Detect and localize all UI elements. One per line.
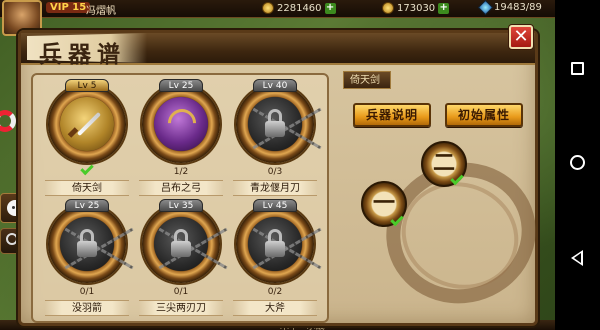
level-tag: Lv 40 [253,79,297,92]
coin-icon [262,2,274,14]
weapon-grid: Lv 5 倚天剑 Lv 25 1/2 吕布之弓 Lv 40 0/3 青龙偃月刀 … [31,73,329,323]
resource-stamina: 19483/89 [477,0,542,16]
owned-check-icon [80,161,94,176]
close-button[interactable]: ✕ [509,25,533,49]
weapon-name: 三尖两刃刀 [139,300,223,316]
resource-stamina-value: 19483/89 [494,2,542,13]
home-icon[interactable] [570,155,585,170]
gold-icon [382,2,394,14]
top-hud: VIP 15 冯熠帆 2281460 + 173030 + 19483/89 [0,0,555,36]
weapon-card-meiyu-arrow[interactable]: Lv 25 0/1 没羽箭 [45,199,134,319]
game-viewport: VIP 15 冯熠帆 2281460 + 173030 + 19483/89 木… [0,0,555,330]
level-tag: Lv 5 [65,79,109,92]
level-tag: Lv 45 [253,199,297,212]
resource-copper: 2281460 + [262,2,336,14]
fragment-count: 0/2 [267,287,283,297]
player-name: 冯熠帆 [86,6,116,17]
weapon-card-great-axe[interactable]: Lv 45 0/2 大斧 [233,199,322,319]
weapon-card-yitian-sword[interactable]: Lv 5 倚天剑 [45,79,129,199]
panel-title-bar: 兵器谱 ✕ [21,25,535,68]
weapon-frame [48,85,126,163]
add-gold-button[interactable]: + [438,2,450,14]
panel-title: 兵器谱 [39,41,126,68]
weapon-frame [236,85,322,163]
weapon-card-trident-blade[interactable]: Lv 35 0/1 三尖两刃刀 [139,199,228,319]
weapon-name: 青龙偃月刀 [233,180,317,196]
resource-gold: 173030 + [382,2,450,14]
fragment-count: 0/1 [79,287,95,297]
bow-icon [162,103,202,143]
weapon-name: 吕布之弓 [139,180,223,196]
lock-icon [77,241,97,257]
weapon-description-button[interactable]: 兵器说明 [353,103,431,127]
fragment-count: 0/3 [267,167,283,177]
selected-weapon-title: 倚天剑 [343,71,391,89]
weapon-name: 没羽箭 [45,300,129,316]
weapon-frame [142,85,220,163]
android-nav-bar [555,0,600,330]
lock-icon [265,121,285,137]
gem-icon [477,0,494,16]
weapon-name: 倚天剑 [45,180,129,196]
weapon-name: 大斧 [233,300,317,316]
resource-gold-value: 173030 [397,2,436,14]
fragment-count: 0/1 [173,287,189,297]
weapon-catalog-panel: 兵器谱 ✕ Lv 5 倚天剑 Lv 25 1/2 吕布之弓 Lv 40 0/3 … [18,25,552,326]
lock-icon [265,241,285,257]
level-tag: Lv 35 [159,199,203,212]
lifebuoy-icon[interactable] [0,110,16,132]
weapon-frame [142,205,228,283]
weapon-frame [236,205,322,283]
level-tag: Lv 25 [65,199,109,212]
weapon-card-lubu-bow[interactable]: Lv 25 1/2 吕布之弓 [139,79,223,199]
level-tag: Lv 25 [159,79,203,92]
lock-icon [171,241,191,257]
sword-icon [76,111,102,137]
vip-badge[interactable]: VIP 15 [46,2,91,13]
add-copper-button[interactable]: + [324,2,336,14]
weapon-frame [48,205,134,283]
back-icon[interactable] [571,250,583,266]
fragment-count: 1/2 [173,167,189,177]
recent-apps-icon[interactable] [571,62,584,75]
resource-copper-value: 2281460 [277,2,322,14]
initial-attributes-button[interactable]: 初始属性 [445,103,523,127]
weapon-card-green-dragon-blade[interactable]: Lv 40 0/3 青龙偃月刀 [233,79,322,199]
